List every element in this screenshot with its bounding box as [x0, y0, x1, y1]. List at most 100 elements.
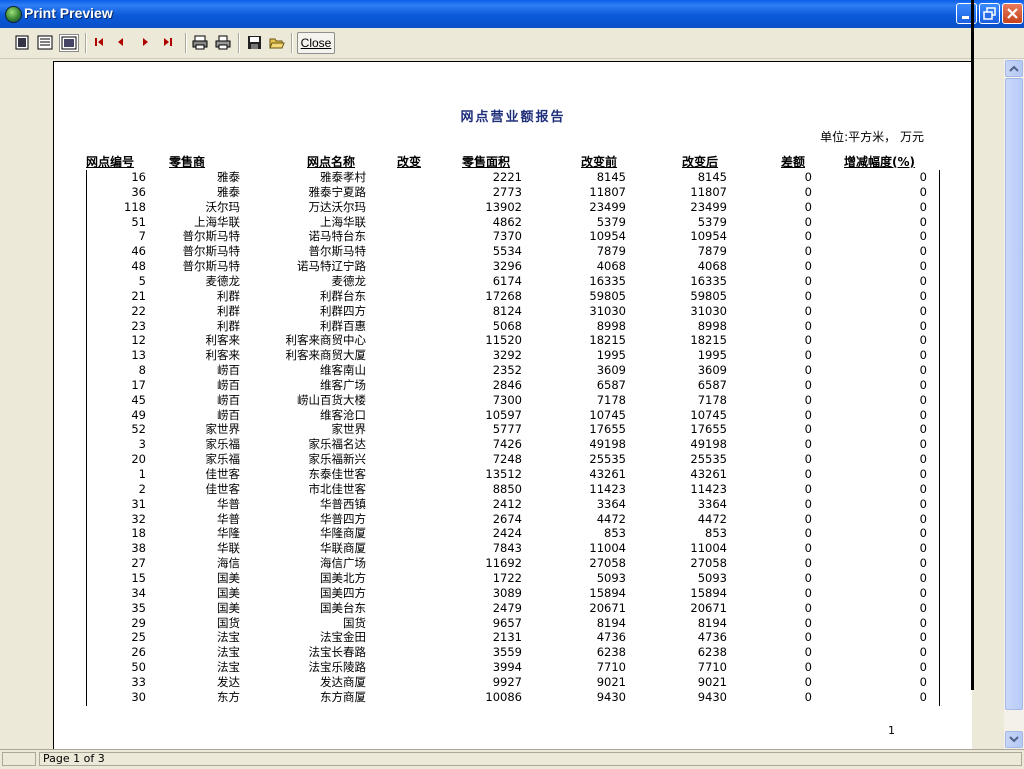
multi-page-button[interactable]	[36, 34, 54, 50]
table-cell: 0	[919, 170, 927, 184]
scroll-down-button[interactable]	[1005, 731, 1023, 748]
save-button[interactable]	[245, 34, 263, 50]
table-row: 26 法宝 法宝长春路 3559 6238 6238 0 0	[54, 645, 972, 660]
table-row: 48 普尔斯马特 诺马特辽宁路 3296 4068 4068 0 0	[54, 259, 972, 274]
table-cell: 2352	[492, 363, 522, 378]
table-cell: 0	[804, 244, 812, 259]
chevron-down-icon	[1009, 736, 1019, 743]
table-cell: 利群	[217, 303, 240, 318]
table-cell: 家乐福名达	[308, 437, 367, 452]
toolbar-separator	[291, 33, 293, 53]
page-status: Page 1 of 3	[39, 752, 1022, 766]
save-icon	[247, 35, 261, 49]
table-cell: 上海华联	[320, 214, 366, 229]
zoom-button[interactable]	[59, 34, 79, 52]
table-cell: 0	[804, 689, 812, 704]
next-page-button[interactable]	[136, 34, 154, 50]
table-cell: 0	[804, 630, 812, 645]
restore-button[interactable]	[979, 3, 1000, 24]
page-shadow	[971, 0, 974, 690]
print-button[interactable]	[214, 34, 232, 50]
table-cell: 0	[804, 452, 812, 467]
table-cell: 2773	[492, 184, 522, 199]
window-close-button[interactable]	[1002, 3, 1023, 24]
table-cell: 0	[919, 481, 927, 496]
table-cell: 华联商厦	[320, 541, 366, 556]
table-cell: 国美台东	[320, 600, 366, 615]
report-page: 网点营业额报告 单位:平方米， 万元 网点编号 零售商 网点名称 改变 零售面积…	[53, 61, 972, 749]
first-page-button[interactable]	[90, 34, 108, 50]
table-cell: 4736	[697, 630, 727, 645]
table-cell: 0	[804, 541, 812, 556]
table-cell: 0	[919, 244, 927, 259]
table-cell: 沃尔玛	[205, 199, 241, 214]
table-cell: 27058	[589, 556, 626, 571]
table-cell: 49198	[589, 437, 626, 452]
table-cell: 0	[804, 348, 812, 363]
table-cell: 0	[804, 184, 812, 199]
table-cell: 17268	[485, 288, 522, 303]
column-header: 改变前	[581, 155, 618, 169]
print-setup-button[interactable]	[191, 34, 209, 50]
table-cell: 10954	[589, 229, 626, 244]
table-cell: 4472	[697, 511, 727, 526]
open-icon	[269, 38, 285, 48]
table-cell: 11423	[690, 481, 727, 496]
last-page-button[interactable]	[159, 34, 177, 50]
table-cell: 7879	[596, 244, 626, 259]
table-row: 36 雅泰 雅泰宁夏路 2773 11807 11807 0 0	[54, 185, 972, 200]
open-button[interactable]	[268, 34, 286, 50]
table-cell: 4472	[596, 511, 626, 526]
toolbar-separator	[185, 33, 187, 53]
table-cell: 0	[919, 615, 927, 630]
close-button[interactable]: Close	[297, 32, 335, 54]
toolbar-separator	[238, 33, 240, 53]
table-cell: 8194	[596, 615, 626, 630]
table-cell: 利群	[217, 318, 240, 333]
table-cell: 9021	[596, 674, 626, 689]
table-row: 27 海信 海信广场 11692 27058 27058 0 0	[54, 556, 972, 571]
table-cell: 18215	[690, 333, 727, 348]
table-cell: 0	[804, 288, 812, 303]
table-cell: 利群百惠	[320, 318, 366, 333]
table-row: 35 国美 国美台东 2479 20671 20671 0 0	[54, 601, 972, 616]
table-cell: 0	[804, 674, 812, 689]
table-cell: 0	[804, 170, 812, 184]
close-icon	[1007, 8, 1018, 19]
table-cell: 8850	[492, 481, 522, 496]
table-cell: 国美	[217, 570, 240, 585]
table-cell: 0	[919, 348, 927, 363]
table-row: 3 家乐福 家乐福名达 7426 49198 49198 0 0	[54, 437, 972, 452]
vertical-scrollbar[interactable]	[1004, 59, 1024, 749]
table-cell: 0	[919, 392, 927, 407]
table-cell: 0	[919, 377, 927, 392]
page-number: 1	[888, 724, 895, 737]
scroll-up-button[interactable]	[1005, 60, 1023, 77]
table-cell: 0	[804, 199, 812, 214]
table-cell: 0	[919, 526, 927, 541]
table-cell: 崂百	[217, 392, 240, 407]
table-cell: 853	[705, 526, 727, 541]
table-cell: 0	[804, 273, 812, 288]
table-cell: 0	[804, 392, 812, 407]
table-cell: 11423	[589, 481, 626, 496]
table-row: 49 崂百 维客沧口 10597 10745 10745 0 0	[54, 408, 972, 423]
table-row: 5 麦德龙 麦德龙 6174 16335 16335 0 0	[54, 274, 972, 289]
table-cell: 0	[919, 229, 927, 244]
table-cell: 9430	[596, 689, 626, 704]
table-cell: 万达沃尔玛	[308, 199, 367, 214]
table-cell: 0	[919, 660, 927, 675]
table-cell: 3292	[492, 348, 522, 363]
table-cell: 崂百	[217, 407, 240, 422]
status-pane	[2, 752, 36, 766]
table-cell: 雅泰	[217, 184, 240, 199]
table-cell: 0	[804, 318, 812, 333]
table-cell: 华隆	[217, 526, 240, 541]
scroll-thumb[interactable]	[1005, 78, 1023, 710]
table-cell: 0	[804, 600, 812, 615]
one-page-button[interactable]	[13, 34, 31, 50]
table-cell: 5068	[492, 318, 522, 333]
unit-label: 单位:平方米， 万元	[820, 130, 924, 144]
previous-page-button[interactable]	[112, 34, 130, 50]
table-cell: 10954	[690, 229, 727, 244]
